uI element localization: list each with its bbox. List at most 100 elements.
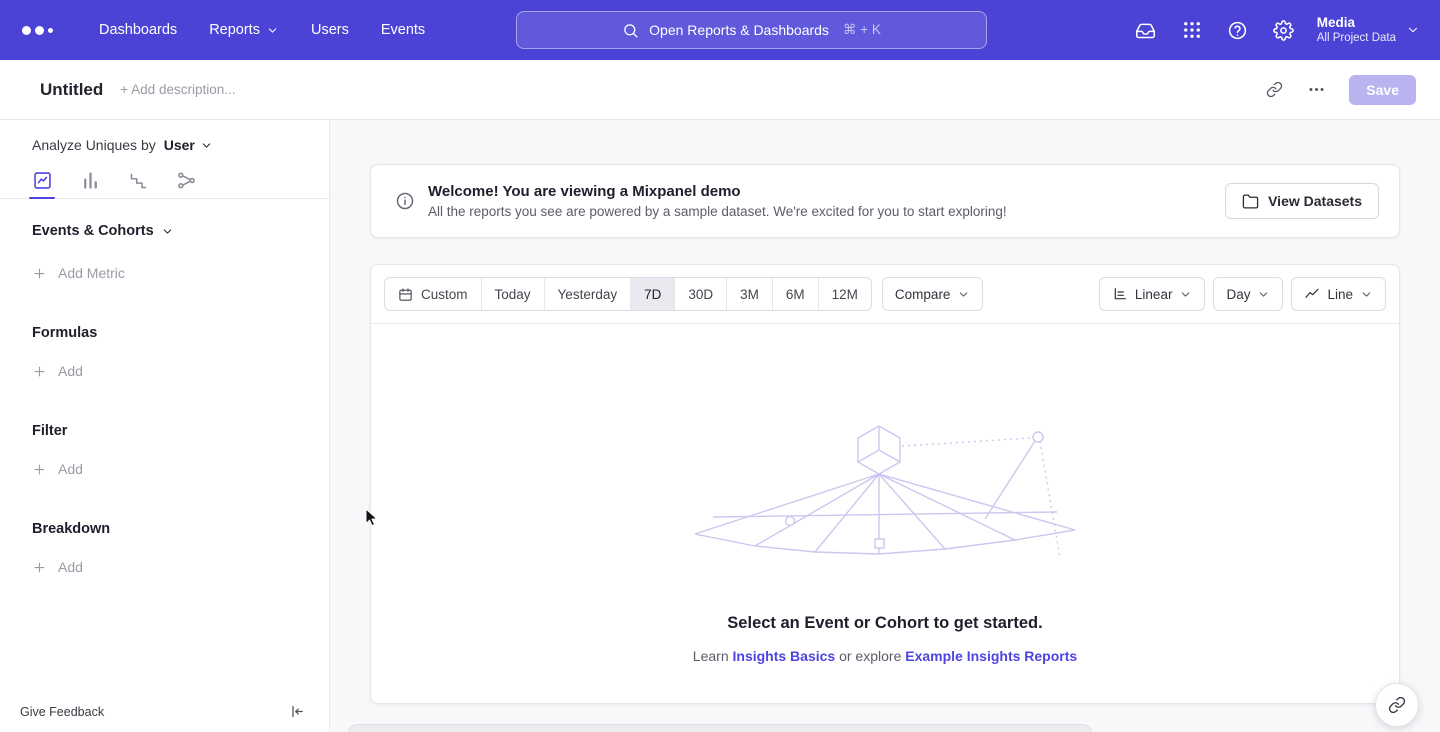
tab-retention[interactable] — [127, 170, 149, 199]
help-button[interactable] — [1219, 11, 1257, 49]
date-range-option[interactable]: 6M — [773, 278, 819, 310]
bar-chart-icon — [80, 170, 101, 191]
nav-events-label: Events — [381, 22, 425, 38]
nav-dashboards[interactable]: Dashboards — [99, 22, 177, 38]
save-button[interactable]: Save — [1349, 75, 1416, 105]
copy-link-button[interactable] — [1257, 73, 1291, 107]
date-range-selector: Custom Today Yesterday 7D 30D 3M 6M 12M — [384, 277, 872, 311]
query-builder-sidebar: Analyze Uniques by User Events & Cohorts… — [0, 120, 330, 732]
filter-section: Filter — [32, 423, 329, 439]
inbox-button[interactable] — [1127, 11, 1165, 49]
date-range-option[interactable]: 12M — [819, 278, 871, 310]
formulas-section: Formulas — [32, 325, 329, 341]
banner-subtitle: All the reports you see are powered by a… — [428, 204, 1007, 219]
chevron-down-icon — [161, 225, 174, 238]
breakdown-section: Breakdown — [32, 521, 329, 537]
chart-toolbar: Custom Today Yesterday 7D 30D 3M 6M 12M … — [371, 265, 1399, 324]
link-icon — [1388, 696, 1406, 714]
nav-events[interactable]: Events — [381, 22, 425, 38]
chart-card: Custom Today Yesterday 7D 30D 3M 6M 12M … — [370, 264, 1400, 704]
report-header-actions: Save — [1257, 73, 1416, 107]
date-range-option[interactable]: Custom — [385, 278, 482, 310]
apps-button[interactable] — [1173, 11, 1211, 49]
analyze-label: Analyze Uniques by — [32, 137, 156, 153]
project-name: Media — [1317, 14, 1396, 32]
global-search[interactable]: Open Reports & Dashboards ⌘ + K — [516, 11, 987, 49]
calendar-icon — [398, 287, 413, 302]
add-description[interactable]: + Add description... — [120, 82, 235, 97]
report-header: Untitled + Add description... Save — [0, 60, 1440, 120]
analyze-by-dropdown[interactable]: User — [164, 137, 213, 153]
axis-scale-icon — [1112, 286, 1128, 302]
plus-icon — [32, 266, 47, 281]
mixpanel-logo[interactable] — [22, 26, 53, 35]
project-switcher[interactable]: Media All Project Data — [1317, 14, 1420, 46]
date-range-option[interactable]: Today — [482, 278, 545, 310]
gear-icon — [1273, 20, 1294, 41]
chart-display-controls: Linear Day Line — [1099, 277, 1386, 311]
nav-dashboards-label: Dashboards — [99, 22, 177, 38]
main-content: Welcome! You are viewing a Mixpanel demo… — [330, 120, 1440, 732]
filter-label: Filter — [32, 423, 67, 439]
chevron-down-icon — [266, 24, 279, 37]
empty-state-illustration — [695, 424, 1075, 574]
add-metric-button[interactable]: Add Metric — [32, 265, 329, 281]
compare-button[interactable]: Compare — [882, 277, 984, 311]
example-reports-link[interactable]: Example Insights Reports — [905, 648, 1077, 664]
add-filter-button[interactable]: Add — [32, 461, 329, 477]
share-link-button[interactable] — [1375, 683, 1419, 727]
info-icon — [395, 191, 415, 211]
date-range-option[interactable]: 3M — [727, 278, 773, 310]
tab-insights[interactable] — [31, 170, 53, 199]
date-range-option[interactable]: 7D — [631, 278, 675, 310]
grid-icon — [1182, 20, 1202, 40]
add-breakdown-button[interactable]: Add — [32, 559, 329, 575]
settings-button[interactable] — [1265, 11, 1303, 49]
project-scope: All Project Data — [1317, 31, 1396, 46]
insights-chart-icon — [32, 170, 53, 191]
empty-state-links: Learn Insights Basics or explore Example… — [693, 648, 1077, 664]
flows-nodes-icon — [176, 170, 197, 191]
date-range-option[interactable]: Yesterday — [545, 278, 632, 310]
banner-title: Welcome! You are viewing a Mixpanel demo — [428, 183, 1007, 200]
retention-steps-icon — [128, 170, 149, 191]
plus-icon — [32, 560, 47, 575]
chevron-down-icon — [1257, 288, 1270, 301]
empty-state-title: Select an Event or Cohort to get started… — [727, 614, 1042, 633]
inbox-icon — [1135, 20, 1156, 41]
more-options-button[interactable] — [1299, 73, 1333, 107]
insights-basics-link[interactable]: Insights Basics — [733, 648, 836, 664]
interval-selector[interactable]: Day — [1213, 277, 1283, 311]
help-icon — [1227, 20, 1248, 41]
view-datasets-button[interactable]: View Datasets — [1225, 183, 1379, 219]
nav-users[interactable]: Users — [311, 22, 349, 38]
search-icon — [622, 22, 639, 39]
add-formula-button[interactable]: Add — [32, 363, 329, 379]
nav-reports[interactable]: Reports — [209, 22, 279, 38]
give-feedback-link[interactable]: Give Feedback — [20, 705, 104, 719]
sidebar-footer: Give Feedback — [0, 693, 329, 732]
collapse-sidebar-button[interactable] — [288, 703, 305, 720]
events-cohorts-section[interactable]: Events & Cohorts — [32, 223, 329, 239]
chevron-down-icon — [1406, 23, 1420, 37]
tab-funnels[interactable] — [79, 170, 101, 199]
search-shortcut: ⌘ + K — [843, 22, 881, 38]
chevron-down-icon — [1360, 288, 1373, 301]
analyze-by-value: User — [164, 137, 195, 153]
tab-flows[interactable] — [175, 170, 197, 199]
chart-type-selector[interactable]: Line — [1291, 277, 1386, 311]
welcome-banner: Welcome! You are viewing a Mixpanel demo… — [370, 164, 1400, 238]
line-chart-icon — [1304, 286, 1320, 302]
add-breakdown-label: Add — [58, 559, 83, 575]
formulas-label: Formulas — [32, 325, 97, 341]
nav-users-label: Users — [311, 22, 349, 38]
scale-selector[interactable]: Linear — [1099, 277, 1206, 311]
banner-text: Welcome! You are viewing a Mixpanel demo… — [428, 183, 1007, 219]
folder-icon — [1242, 193, 1259, 210]
analyze-row: Analyze Uniques by User — [0, 120, 329, 153]
chart-empty-state: Select an Event or Cohort to get started… — [371, 324, 1399, 664]
date-range-option[interactable]: 30D — [675, 278, 727, 310]
next-section-peek — [348, 724, 1092, 732]
report-title[interactable]: Untitled — [40, 80, 103, 100]
ellipsis-icon — [1307, 80, 1326, 99]
